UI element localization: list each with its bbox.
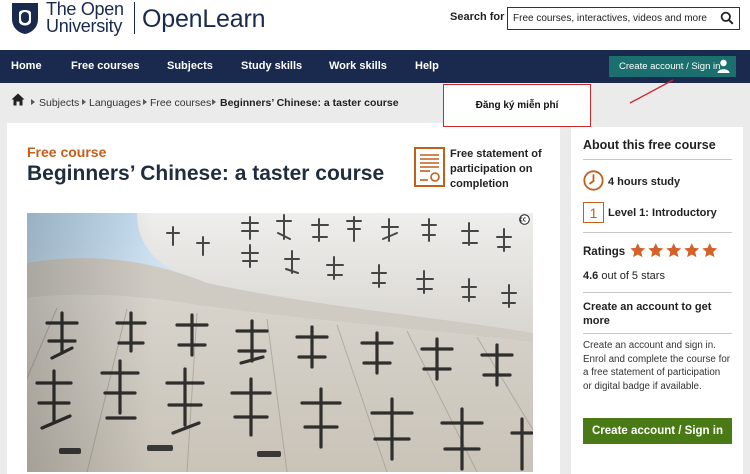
certificate-icon	[414, 147, 445, 187]
ou-logo-line2: University	[46, 16, 123, 36]
star-icon	[648, 243, 664, 258]
search-icon[interactable]	[720, 11, 734, 25]
search-box	[507, 7, 740, 30]
course-level: Level 1: Introductory	[608, 207, 717, 219]
rating-summary: 4.6 out of 5 stars	[583, 270, 665, 282]
open-university-shield-icon[interactable]	[10, 1, 40, 35]
home-icon[interactable]	[11, 93, 25, 106]
breadcrumb-free-courses[interactable]: Free courses	[150, 97, 211, 109]
breadcrumb: Subjects Languages Free courses Beginner…	[0, 83, 750, 123]
study-hours: 4 hours study	[608, 176, 681, 188]
divider	[583, 232, 732, 233]
ratings-label: Ratings	[583, 246, 626, 258]
annotation-box: Đăng ký miễn phí	[443, 84, 591, 127]
breadcrumb-separator-icon	[82, 99, 86, 105]
star-icon	[630, 243, 646, 258]
open-university-logo[interactable]: The Open University	[46, 0, 124, 36]
main-nav: Home Free courses Subjects Study skills …	[0, 50, 750, 83]
openlearn-logo[interactable]: OpenLearn	[142, 4, 266, 34]
nav-work-skills[interactable]: Work skills	[329, 60, 387, 72]
annotation-text: Đăng ký miễn phí	[475, 100, 559, 111]
level-badge-icon: 1	[583, 202, 604, 223]
logo-divider	[134, 2, 135, 34]
divider	[583, 159, 732, 160]
search-input[interactable]	[513, 8, 718, 29]
about-title: About this free course	[583, 138, 716, 152]
breadcrumb-separator-icon	[143, 99, 147, 105]
user-icon	[717, 59, 730, 73]
star-icon	[684, 243, 700, 258]
breadcrumb-subjects[interactable]: Subjects	[39, 97, 79, 109]
nav-signin-button[interactable]: Create account / Sign in	[609, 56, 736, 77]
create-account-button[interactable]: Create account / Sign in	[583, 418, 732, 444]
create-account-text: Create an account and sign in. Enrol and…	[583, 340, 731, 392]
create-account-title: Create an account to get more	[583, 301, 712, 327]
left-margin	[0, 123, 7, 474]
divider	[583, 292, 732, 293]
nav-subjects[interactable]: Subjects	[167, 60, 213, 72]
course-hero-image	[27, 213, 533, 472]
course-type-label: Free course	[27, 144, 107, 160]
nav-home[interactable]: Home	[11, 60, 42, 72]
breadcrumb-separator-icon	[212, 99, 216, 105]
certificate-text: Free statement of participation on compl…	[450, 148, 542, 190]
search-label: Search for	[450, 11, 505, 23]
creative-commons-icon[interactable]	[519, 214, 530, 225]
page-title: Beginners’ Chinese: a taster course	[27, 162, 385, 185]
nav-study-skills[interactable]: Study skills	[241, 60, 302, 72]
rating-value: 4.6	[583, 270, 599, 282]
rating-stars[interactable]	[629, 242, 719, 259]
breadcrumb-languages[interactable]: Languages	[89, 97, 141, 109]
site-header: The Open University OpenLearn Search for	[0, 0, 750, 50]
breadcrumb-separator-icon	[31, 99, 35, 105]
nav-free-courses[interactable]: Free courses	[71, 60, 139, 72]
breadcrumb-current: Beginners’ Chinese: a taster course	[220, 97, 399, 109]
star-icon	[702, 243, 718, 258]
nav-signin-label: Create account / Sign in	[619, 61, 721, 72]
rating-suffix: out of 5 stars	[598, 270, 665, 282]
clock-icon	[583, 170, 604, 191]
divider	[583, 333, 732, 334]
nav-help[interactable]: Help	[415, 60, 439, 72]
star-icon	[666, 243, 682, 258]
